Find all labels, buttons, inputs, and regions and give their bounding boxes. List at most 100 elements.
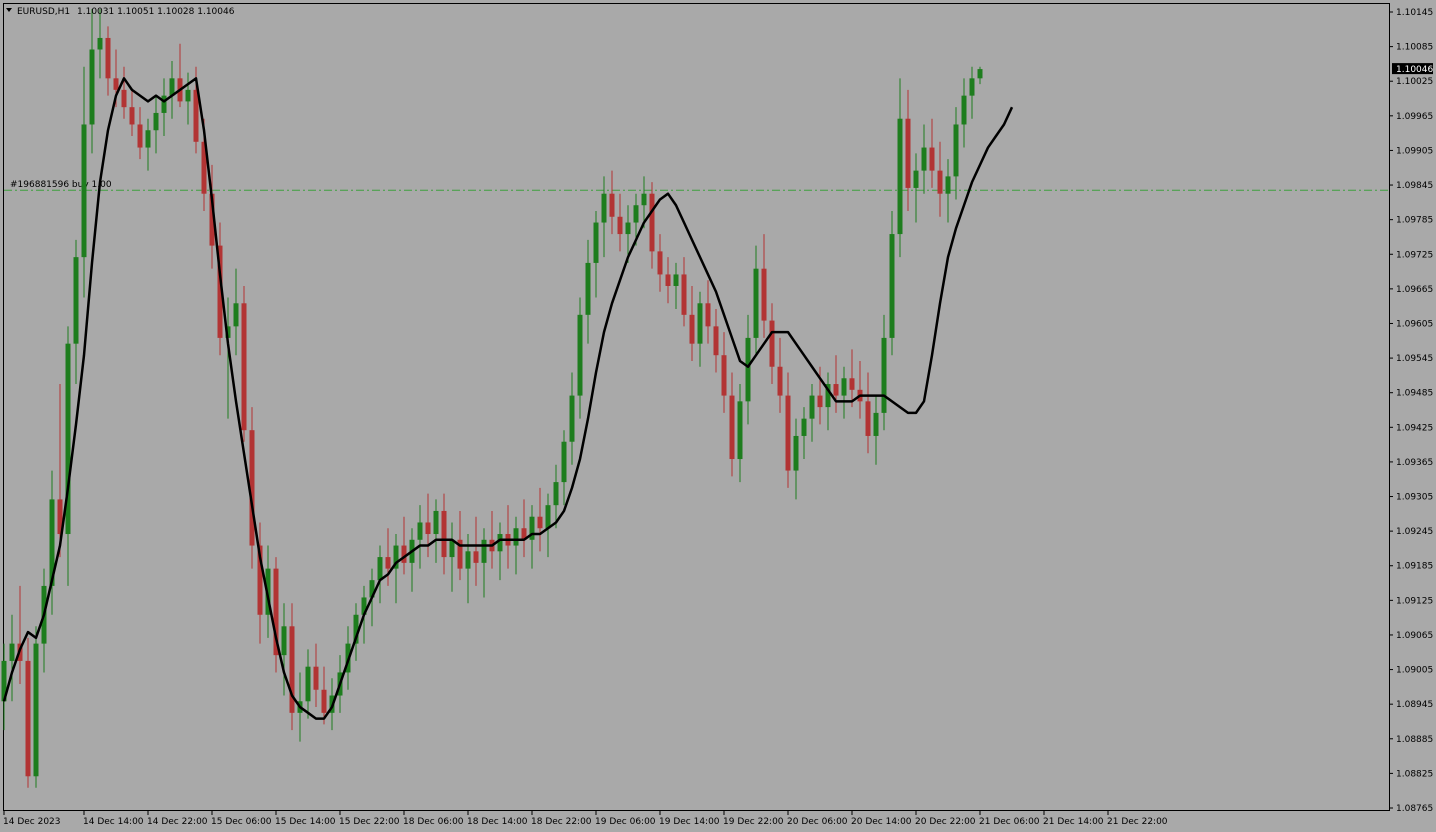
- candle-body: [673, 274, 679, 286]
- price-tick-label: 1.09905: [1396, 146, 1433, 156]
- price-tick-label: 1.09965: [1396, 112, 1433, 122]
- candle-body: [737, 401, 743, 460]
- candle-body: [113, 78, 119, 90]
- time-tick-label: 19 Dec 22:00: [723, 817, 784, 827]
- candle-body: [89, 49, 95, 125]
- chart-header: EURUSD,H1 1.10031 1.10051 1.10028 1.1004…: [6, 7, 235, 17]
- time-tick-label: 18 Dec 22:00: [531, 817, 592, 827]
- candle-body: [121, 89, 127, 108]
- price-tick-label: 1.09605: [1396, 319, 1433, 329]
- time-tick-label: 15 Dec 06:00: [211, 817, 272, 827]
- candle-body: [625, 222, 631, 235]
- candle-body: [137, 124, 143, 148]
- price-chart[interactable]: 1.10145 1.10085 1.10025 1.09965 1.09905 1.098…: [0, 0, 1436, 832]
- candle-body: [161, 95, 167, 113]
- candle-body: [897, 118, 903, 235]
- candle-body: [801, 418, 807, 436]
- candle-body: [713, 326, 719, 356]
- candle-body: [425, 522, 431, 535]
- price-tick-label: 1.09785: [1396, 216, 1433, 226]
- candle-body: [561, 441, 567, 483]
- candle-body: [697, 303, 703, 344]
- candle-body: [569, 395, 575, 442]
- price-tick-label: 1.09425: [1396, 423, 1433, 433]
- time-tick-label: 19 Dec 14:00: [659, 817, 720, 827]
- candle-body: [305, 666, 311, 702]
- candle-body: [649, 193, 655, 252]
- candle-body: [849, 378, 855, 390]
- candle-body: [593, 222, 599, 263]
- price-tick-label: 1.08765: [1396, 804, 1433, 814]
- price-tick-label: 1.09305: [1396, 493, 1433, 503]
- time-tick-label: 14 Dec 2023: [3, 817, 61, 827]
- candle-body: [33, 643, 39, 777]
- time-tick-label: 21 Dec 14:00: [1043, 817, 1104, 827]
- candle-body: [969, 78, 975, 96]
- candle-body: [185, 89, 191, 102]
- current-price-label: 1.10046: [1396, 65, 1433, 75]
- candle-body: [705, 303, 711, 327]
- candle-body: [889, 234, 895, 338]
- candle-body: [145, 130, 151, 148]
- candle-body: [577, 314, 583, 396]
- candle-body: [833, 384, 839, 396]
- time-tick-label: 20 Dec 22:00: [915, 817, 976, 827]
- candle-body: [753, 268, 759, 338]
- candle-body: [793, 435, 799, 471]
- candle-body: [617, 216, 623, 235]
- candle-body: [585, 262, 591, 315]
- candle-body: [417, 522, 423, 540]
- price-tick-label: 1.09125: [1396, 596, 1433, 606]
- candle-body: [641, 193, 647, 206]
- order-level-label: #196881596 buy 1.00: [10, 180, 112, 190]
- candle-body: [601, 193, 607, 223]
- candle-body: [81, 124, 87, 258]
- candle-body: [761, 268, 767, 321]
- time-tick-label: 19 Dec 06:00: [595, 817, 656, 827]
- candle-body: [545, 505, 551, 529]
- candle-body: [809, 395, 815, 419]
- candle-body: [745, 337, 751, 402]
- candle-body: [497, 534, 503, 552]
- candle-body: [905, 118, 911, 188]
- candle-body: [721, 355, 727, 396]
- candle-body: [465, 551, 471, 569]
- time-tick-label: 14 Dec 22:00: [147, 817, 208, 827]
- candle-body: [609, 193, 615, 217]
- price-tick-label: 1.08825: [1396, 769, 1433, 779]
- candle-body: [657, 251, 663, 275]
- candle-body: [937, 170, 943, 194]
- candle: [241, 285, 247, 442]
- candle-body: [401, 545, 407, 563]
- price-tick-label: 1.09485: [1396, 389, 1433, 399]
- price-tick-label: 1.10085: [1396, 43, 1433, 53]
- time-tick-label: 21 Dec 06:00: [979, 817, 1040, 827]
- candle-body: [473, 551, 479, 563]
- candle-body: [73, 257, 79, 344]
- candle-body: [97, 37, 103, 50]
- candle-body: [233, 303, 239, 327]
- price-tick-label: 1.09065: [1396, 631, 1433, 641]
- candle-body: [777, 366, 783, 396]
- candle-body: [321, 689, 327, 713]
- time-tick-label: 18 Dec 06:00: [403, 817, 464, 827]
- candle-body: [665, 274, 671, 286]
- candle-body: [873, 412, 879, 436]
- candle-body: [25, 660, 31, 777]
- time-tick-label: 15 Dec 22:00: [339, 817, 400, 827]
- price-tick-label: 1.09005: [1396, 666, 1433, 676]
- candle-body: [9, 643, 15, 661]
- candle-body: [961, 95, 967, 125]
- candle-body: [385, 557, 391, 569]
- candle-body: [553, 482, 559, 506]
- current-price-marker: 1.10046: [1392, 63, 1433, 75]
- candle-body: [129, 107, 135, 125]
- candle-body: [633, 205, 639, 223]
- candle-body: [281, 626, 287, 656]
- price-tick-label: 1.09665: [1396, 285, 1433, 295]
- time-tick-label: 18 Dec 14:00: [467, 817, 528, 827]
- candle-body: [241, 303, 247, 431]
- time-tick-label: 14 Dec 14:00: [83, 817, 144, 827]
- candle-body: [441, 510, 447, 558]
- candle-body: [817, 395, 823, 408]
